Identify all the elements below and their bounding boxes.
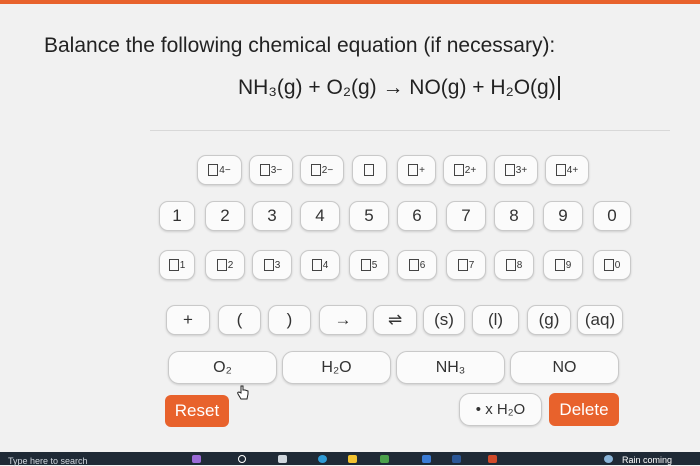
placeholder-square-icon bbox=[453, 164, 464, 176]
top-accent-bar bbox=[0, 0, 700, 4]
digit-6-button[interactable]: 6 bbox=[397, 201, 437, 231]
reaction-arrow-button[interactable]: → bbox=[319, 305, 367, 335]
widgets-icon[interactable] bbox=[278, 455, 287, 463]
reset-button[interactable]: Reset bbox=[165, 395, 229, 427]
subscript-6-button[interactable]: 6 bbox=[397, 250, 437, 280]
placeholder-square-icon bbox=[311, 259, 322, 271]
subscript-2-button[interactable]: 2 bbox=[205, 250, 245, 280]
charge-3-plus-button[interactable]: 3+ bbox=[494, 155, 538, 185]
equation-input[interactable]: NH₃(g) + O₂(g) → NO(g) + H₂O(g) bbox=[238, 76, 560, 101]
weather-icon[interactable] bbox=[604, 455, 613, 463]
placeholder-square-icon bbox=[555, 164, 566, 176]
digit-5-button[interactable]: 5 bbox=[349, 201, 389, 231]
state-aqueous-button[interactable]: (aq) bbox=[577, 305, 623, 335]
subscript-3-button[interactable]: 3 bbox=[252, 250, 292, 280]
open-paren-button[interactable]: ( bbox=[218, 305, 261, 335]
divider bbox=[150, 130, 670, 131]
hand-pointer-icon bbox=[237, 385, 249, 400]
placeholder-square-icon bbox=[603, 259, 614, 271]
text-cursor bbox=[557, 76, 560, 101]
task-view-icon[interactable] bbox=[238, 455, 246, 463]
placeholder-square-icon bbox=[310, 164, 321, 176]
equilibrium-arrow-button[interactable]: ⇌ bbox=[373, 305, 417, 335]
charge-4-plus-button[interactable]: 4+ bbox=[545, 155, 589, 185]
charge-4-minus-button[interactable]: 4− bbox=[197, 155, 242, 185]
state-liquid-button[interactable]: (l) bbox=[472, 305, 519, 335]
placeholder-square-icon bbox=[168, 259, 179, 271]
question-prompt: Balance the following chemical equation … bbox=[44, 34, 556, 57]
file-explorer-icon[interactable] bbox=[348, 455, 357, 463]
placeholder-square-icon bbox=[216, 259, 227, 271]
digit-4-button[interactable]: 4 bbox=[300, 201, 340, 231]
subscript-5-button[interactable]: 5 bbox=[349, 250, 389, 280]
state-gas-button[interactable]: (g) bbox=[527, 305, 571, 335]
powerpoint-icon[interactable] bbox=[488, 455, 497, 463]
delete-button[interactable]: Delete bbox=[549, 393, 619, 426]
placeholder-square-icon bbox=[505, 259, 516, 271]
placeholder-square-icon bbox=[360, 259, 371, 271]
subscript-4-button[interactable]: 4 bbox=[300, 250, 340, 280]
placeholder-square-icon bbox=[457, 259, 468, 271]
edge-icon[interactable] bbox=[318, 455, 327, 463]
store-icon[interactable] bbox=[380, 455, 389, 463]
subscript-1-button[interactable]: 1 bbox=[159, 250, 195, 280]
equation-text: NH₃(g) + O₂(g) → NO(g) + H₂O(g) bbox=[238, 76, 556, 99]
placeholder-square-icon bbox=[504, 164, 515, 176]
digit-8-button[interactable]: 8 bbox=[494, 201, 534, 231]
subscript-0-button[interactable]: 0 bbox=[593, 250, 631, 280]
digit-1-button[interactable]: 1 bbox=[159, 201, 195, 231]
weather-status[interactable]: Rain coming bbox=[622, 455, 672, 465]
charge-2-minus-button[interactable]: 2− bbox=[300, 155, 344, 185]
taskbar-app-icon[interactable] bbox=[192, 455, 201, 463]
digit-9-button[interactable]: 9 bbox=[543, 201, 583, 231]
digit-2-button[interactable]: 2 bbox=[205, 201, 245, 231]
plus-button[interactable]: + bbox=[166, 305, 210, 335]
digit-7-button[interactable]: 7 bbox=[446, 201, 486, 231]
subscript-9-button[interactable]: 9 bbox=[543, 250, 583, 280]
mail-icon[interactable] bbox=[422, 455, 431, 463]
subscript-7-button[interactable]: 7 bbox=[446, 250, 486, 280]
placeholder-square-icon bbox=[554, 259, 565, 271]
species-no-button[interactable]: NO bbox=[510, 351, 619, 384]
species-h2o-button[interactable]: H₂O bbox=[282, 351, 391, 384]
state-solid-button[interactable]: (s) bbox=[423, 305, 465, 335]
charge-3-minus-button[interactable]: 3− bbox=[249, 155, 293, 185]
word-icon[interactable] bbox=[452, 455, 461, 463]
hydrate-water-button[interactable]: • x H₂O bbox=[459, 393, 542, 426]
species-nh3-button[interactable]: NH₃ bbox=[396, 351, 505, 384]
subscript-8-button[interactable]: 8 bbox=[494, 250, 534, 280]
species-o2-button[interactable]: O₂ bbox=[168, 351, 277, 384]
placeholder-square-icon bbox=[408, 164, 419, 176]
placeholder-square-icon bbox=[263, 259, 274, 271]
charge-plus-button[interactable]: + bbox=[397, 155, 436, 185]
digit-0-button[interactable]: 0 bbox=[593, 201, 631, 231]
charge-2-plus-button[interactable]: 2+ bbox=[443, 155, 487, 185]
placeholder-square-icon bbox=[259, 164, 270, 176]
digit-3-button[interactable]: 3 bbox=[252, 201, 292, 231]
placeholder-square-icon bbox=[364, 164, 374, 176]
charge-minus-button[interactable] bbox=[352, 155, 387, 185]
placeholder-square-icon bbox=[208, 164, 219, 176]
close-paren-button[interactable]: ) bbox=[268, 305, 311, 335]
placeholder-square-icon bbox=[408, 259, 419, 271]
